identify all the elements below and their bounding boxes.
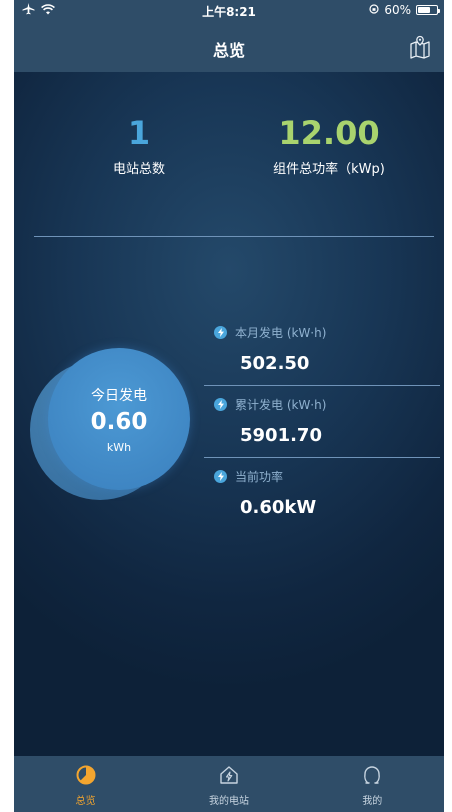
monthly-generation-value: 502.50 — [240, 353, 310, 374]
pie-chart-icon — [76, 765, 96, 785]
station-count-value: 1 — [127, 114, 151, 152]
tab-overview-label: 总览 — [75, 796, 96, 807]
status-right: 60% — [369, 3, 440, 17]
today-label: 今日发电 — [91, 388, 147, 404]
divider — [204, 457, 440, 458]
app-screen: 上午8:21 60% 总览 1 电站总数 12.00 组件总功率（kWp) 今日… — [14, 0, 444, 812]
status-bar: 上午8:21 60% — [14, 0, 444, 22]
total-power-stat: 12.00 组件总功率（kWp) — [244, 114, 414, 177]
lightning-icon — [214, 470, 227, 483]
station-count-label: 电站总数 — [112, 162, 165, 177]
today-unit: kWh — [106, 441, 132, 454]
current-power-value: 0.60kW — [240, 497, 317, 518]
tab-profile-label: 我的 — [362, 796, 383, 807]
lightning-icon — [214, 326, 227, 339]
today-value: 0.60 — [90, 409, 148, 435]
battery-icon — [416, 5, 440, 15]
divider — [204, 385, 440, 386]
total-generation-value: 5901.70 — [240, 425, 322, 446]
total-generation: 累计发电 (kW·h) 5901.70 — [214, 396, 440, 446]
total-power-label: 组件总功率（kWp) — [273, 162, 385, 177]
total-power-value: 12.00 — [278, 114, 380, 152]
lightning-icon — [214, 398, 227, 411]
monthly-generation-label: 本月发电 (kW·h) — [235, 326, 327, 340]
station-count-stat: 1 电站总数 — [84, 114, 194, 177]
current-power: 当前功率 0.60kW — [214, 468, 440, 518]
battery-percent: 60% — [384, 3, 411, 17]
monthly-generation: 本月发电 (kW·h) 502.50 — [214, 324, 440, 374]
tab-overview[interactable]: 总览 — [14, 756, 157, 812]
orientation-lock-icon — [369, 3, 379, 17]
today-generation: 今日发电 0.60 kWh — [48, 348, 190, 454]
map-button[interactable] — [408, 35, 432, 59]
tab-bar: 总览 我的电站 我的 — [14, 756, 444, 812]
user-icon — [364, 766, 381, 784]
current-power-label: 当前功率 — [235, 470, 284, 484]
page-title: 总览 — [212, 41, 245, 60]
divider — [34, 236, 434, 237]
tab-my-stations[interactable]: 我的电站 — [157, 756, 300, 812]
nav-bar: 总览 — [14, 22, 444, 72]
tab-my-stations-label: 我的电站 — [208, 796, 249, 807]
map-icon — [410, 35, 430, 59]
house-bolt-icon — [220, 766, 238, 784]
total-generation-label: 累计发电 (kW·h) — [235, 398, 327, 412]
tab-profile[interactable]: 我的 — [301, 756, 444, 812]
